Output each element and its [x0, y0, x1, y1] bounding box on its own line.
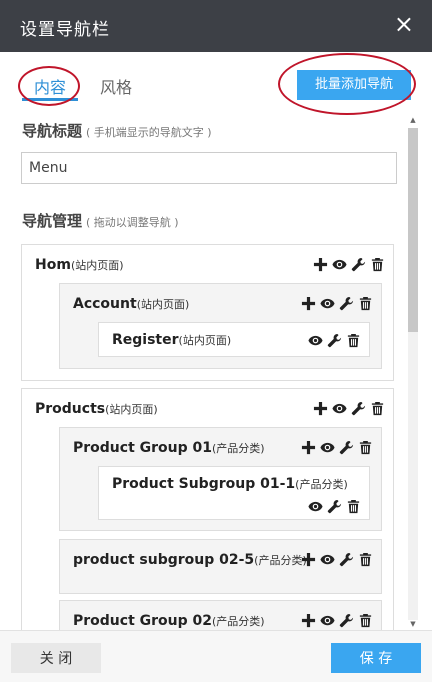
nav-manage-heading: 导航管理( 拖动以调整导航 ) — [22, 210, 179, 231]
batch-add-nav-button[interactable]: 批量添加导航 — [297, 70, 411, 100]
plus-icon[interactable] — [313, 257, 328, 272]
nav-title-hint: ( 手机端显示的导航文字 ) — [86, 126, 212, 139]
wrench-icon[interactable] — [351, 401, 366, 416]
scroll-thumb[interactable] — [408, 128, 418, 332]
nav-item-label: Products(站内页面) — [35, 401, 158, 417]
trash-icon[interactable] — [358, 296, 373, 311]
eye-icon[interactable] — [308, 499, 323, 514]
dialog-titlebar: 设置导航栏 × — [0, 0, 432, 52]
wrench-icon[interactable] — [327, 333, 342, 348]
nav-item-actions — [308, 499, 361, 514]
wrench-icon[interactable] — [327, 499, 342, 514]
dialog-footer: 关 闭 保 存 — [0, 630, 432, 682]
scroll-up-arrow-icon[interactable]: ▲ — [408, 116, 418, 126]
wrench-icon[interactable] — [351, 257, 366, 272]
save-button[interactable]: 保 存 — [331, 643, 421, 673]
trash-icon[interactable] — [370, 257, 385, 272]
eye-icon[interactable] — [332, 401, 347, 416]
nav-item-label: Account(站内页面) — [73, 296, 190, 312]
trash-icon[interactable] — [358, 552, 373, 567]
nav-item-label: Product Group 01(产品分类) — [73, 440, 265, 456]
nav-item-product-group-01[interactable]: Product Group 01(产品分类) Product Subgroup … — [59, 427, 382, 531]
nav-item-account[interactable]: Account(站内页面) Register(站内页面) — [59, 283, 382, 369]
eye-icon[interactable] — [320, 296, 335, 311]
nav-manage-label: 导航管理 — [22, 212, 83, 230]
plus-icon[interactable] — [301, 296, 316, 311]
tab-style[interactable]: 风格 — [100, 74, 132, 98]
nav-item-label: product subgroup 02-5(产品分类) — [73, 552, 307, 568]
eye-icon[interactable] — [332, 257, 347, 272]
wrench-icon[interactable] — [339, 552, 354, 567]
plus-icon[interactable] — [301, 613, 316, 628]
vertical-scrollbar[interactable]: ▲ ▼ — [408, 116, 418, 630]
tab-bar: 内容 风格 批量添加导航 — [0, 52, 432, 116]
plus-icon[interactable] — [301, 552, 316, 567]
trash-icon[interactable] — [346, 499, 361, 514]
eye-icon[interactable] — [308, 333, 323, 348]
nav-item-actions — [313, 257, 385, 272]
wrench-icon[interactable] — [339, 613, 354, 628]
content-scroll-area[interactable]: 导航标题( 手机端显示的导航文字 ) 导航管理( 拖动以调整导航 ) Hom(站… — [0, 116, 432, 630]
nav-item-actions — [301, 296, 373, 311]
nav-item-register[interactable]: Register(站内页面) — [98, 322, 370, 357]
nav-item-product-subgroup-02-5[interactable]: product subgroup 02-5(产品分类) — [59, 539, 382, 594]
trash-icon[interactable] — [346, 333, 361, 348]
close-icon[interactable]: × — [394, 12, 414, 36]
scroll-down-arrow-icon[interactable]: ▼ — [408, 620, 418, 630]
nav-item-actions — [301, 440, 373, 455]
eye-icon[interactable] — [320, 613, 335, 628]
trash-icon[interactable] — [358, 440, 373, 455]
nav-title-label: 导航标题 — [22, 122, 83, 140]
eye-icon[interactable] — [320, 552, 335, 567]
nav-item-label: Register(站内页面) — [112, 332, 232, 348]
plus-icon[interactable] — [301, 440, 316, 455]
eye-icon[interactable] — [320, 440, 335, 455]
nav-item-actions — [313, 401, 385, 416]
wrench-icon[interactable] — [339, 296, 354, 311]
dialog-title: 设置导航栏 — [20, 20, 110, 40]
trash-icon[interactable] — [370, 401, 385, 416]
wrench-icon[interactable] — [339, 440, 354, 455]
nav-title-heading: 导航标题( 手机端显示的导航文字 ) — [22, 120, 212, 141]
nav-title-input[interactable] — [21, 152, 397, 184]
nav-item-hom[interactable]: Hom(站内页面) Account(站内页面) Register(站内页面) — [21, 244, 394, 381]
nav-item-label: Product Subgroup 01-1(产品分类) — [112, 476, 348, 492]
scroll-track[interactable] — [408, 128, 418, 620]
nav-item-product-subgroup-01-1[interactable]: Product Subgroup 01-1(产品分类) — [98, 466, 370, 520]
active-tab-underline — [22, 98, 78, 101]
close-button[interactable]: 关 闭 — [11, 643, 101, 673]
tab-content[interactable]: 内容 — [34, 74, 66, 98]
nav-item-label: Hom(站内页面) — [35, 257, 124, 273]
plus-icon[interactable] — [313, 401, 328, 416]
trash-icon[interactable] — [358, 613, 373, 628]
nav-item-actions — [301, 552, 373, 567]
nav-item-actions — [301, 613, 373, 628]
nav-manage-hint: ( 拖动以调整导航 ) — [86, 216, 179, 229]
nav-item-products[interactable]: Products(站内页面) Product Group 01(产品分类) Pr… — [21, 388, 394, 630]
nav-item-product-group-02[interactable]: Product Group 02(产品分类) — [59, 600, 382, 630]
nav-item-actions — [308, 333, 361, 348]
nav-item-label: Product Group 02(产品分类) — [73, 613, 265, 629]
